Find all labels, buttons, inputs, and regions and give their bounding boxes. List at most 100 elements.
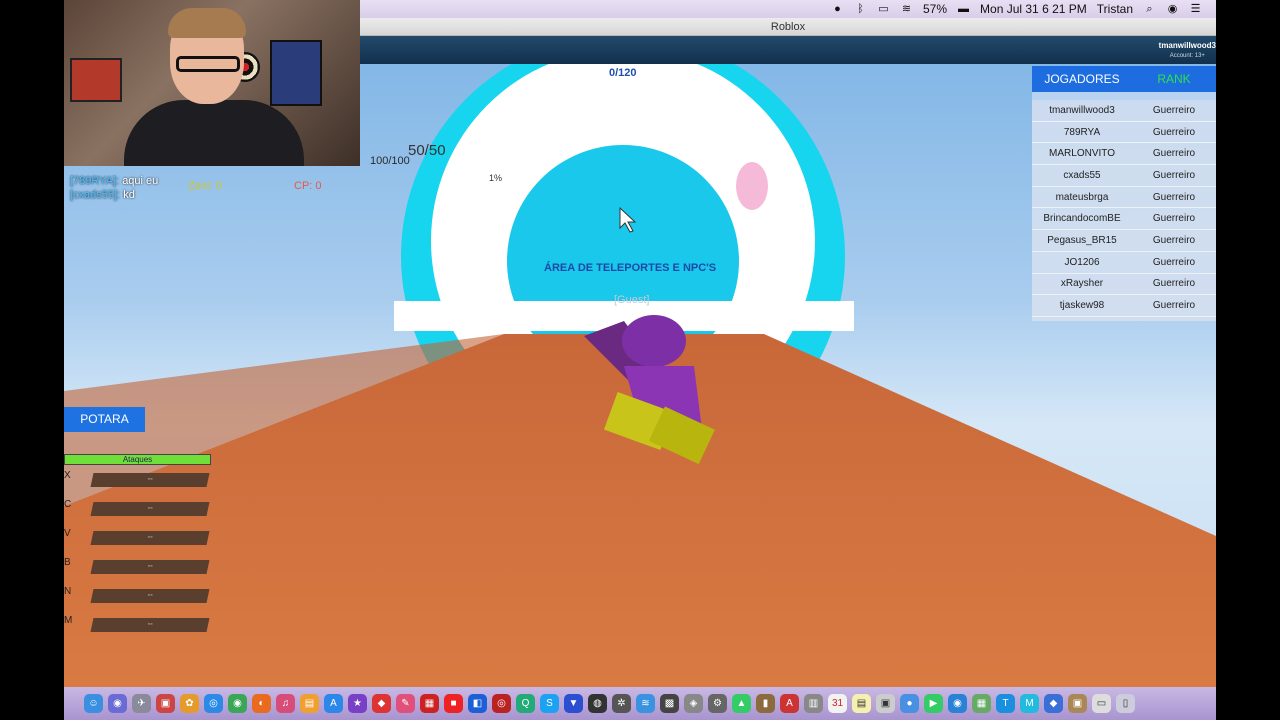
facetime-icon[interactable]: ▶ [924,694,943,713]
app-icon-17[interactable]: ◆ [1044,694,1063,713]
roblox-icon[interactable]: ■ [444,694,463,713]
player-row[interactable]: mateusbrga Guerreiro [1032,187,1216,209]
potara-button[interactable]: POTARA [64,407,145,432]
skype-icon[interactable]: S [540,694,559,713]
attack-slot-m[interactable]: M -- [64,615,214,635]
player-row[interactable]: JO1206 Guerreiro [1032,252,1216,274]
user-name[interactable]: Tristan [1097,2,1133,16]
app-icon-6[interactable]: ✲ [612,694,631,713]
battery-percent[interactable]: 57% [923,2,947,16]
obs-icon[interactable]: ◍ [588,694,607,713]
app-store-icon[interactable]: A [324,694,343,713]
quicktime-icon[interactable]: Q [516,694,535,713]
clock[interactable]: Mon Jul 31 6 21 PM [980,2,1087,16]
attack-bar: -- [90,502,210,516]
attack-key: X [64,470,71,481]
chrome-icon[interactable]: ◉ [228,694,247,713]
app-icon-2[interactable]: ▦ [420,694,439,713]
wifi-app-icon[interactable]: ≋ [636,694,655,713]
player-row[interactable]: BrincandocomBE Guerreiro [1032,208,1216,231]
app-icon-11[interactable]: ▥ [804,694,823,713]
attack-slot-v[interactable]: V -- [64,528,214,548]
chat-author: [789RYA]: [70,175,120,187]
siri-dock-icon[interactable]: ◉ [108,694,127,713]
app-icon-16[interactable]: M [1020,694,1039,713]
attack-bar: -- [90,618,210,632]
window-titlebar: Roblox [360,18,1216,36]
trash-icon[interactable]: ▯ [1116,694,1135,713]
cp-value: CP: 0 [294,180,322,192]
airplay-icon[interactable]: ▭ [877,3,890,15]
firefox-icon[interactable]: ◐ [252,694,271,713]
attack-slot-n[interactable]: N -- [64,586,214,606]
bluetooth-icon[interactable]: ᛒ [854,3,867,15]
player-name: tmanwillwood3 [1049,104,1115,116]
spotlight-icon[interactable]: ⌕ [1143,3,1156,15]
notes-icon[interactable]: ▤ [852,694,871,713]
attack-slot-c[interactable]: C -- [64,499,214,519]
downloads-stack-icon[interactable]: ▭ [1092,694,1111,713]
wifi-icon[interactable]: ≋ [900,3,913,15]
photos-icon[interactable]: ✿ [180,694,199,713]
attack-slot-b[interactable]: B -- [64,557,214,577]
ibooks-icon[interactable]: ▤ [300,694,319,713]
app-icon-10[interactable]: ▮ [756,694,775,713]
player-row[interactable]: xRaysher Guerreiro [1032,274,1216,296]
player-name: cxads55 [1063,169,1101,181]
attack-key: C [64,499,72,510]
player-row[interactable]: tjaskew98 Guerreiro [1032,295,1216,317]
system-preferences-icon[interactable]: ⚙ [708,694,727,713]
npc-aura [736,162,768,210]
imovie-icon[interactable]: ★ [348,694,367,713]
launchpad-icon[interactable]: ✈ [132,694,151,713]
calendar-icon[interactable]: 31 [828,694,847,713]
finder-icon[interactable]: ☺ [84,694,103,713]
app-icon-18[interactable]: ▣ [1068,694,1087,713]
player-row[interactable]: 789RYA Guerreiro [1032,122,1216,144]
app-icon-4[interactable]: ◎ [492,694,511,713]
app-icon-9[interactable]: ▲ [732,694,751,713]
chat-message: kd [123,189,135,201]
photo-booth-icon[interactable]: ▣ [156,694,175,713]
zeni-value: Zeni: 0 [188,180,222,192]
player-row[interactable]: tmanwillwood3 Guerreiro [1032,100,1216,122]
app-icon-14[interactable]: ▦ [972,694,991,713]
player-row[interactable]: MARLONVITO Guerreiro [1032,143,1216,166]
player-rank: Guerreiro [1152,213,1196,225]
attack-key: B [64,557,71,568]
record-icon[interactable]: ● [831,3,844,15]
player-rank: Guerreiro [1152,256,1196,268]
roblox-studio-icon[interactable]: ◆ [372,694,391,713]
account-username: tmanwillwood3 [1158,41,1216,50]
player-list: JOGADORES RANK tmanwillwood3 Guerreiro 78… [1032,66,1216,321]
app-icon-1[interactable]: ✎ [396,694,415,713]
account-info[interactable]: tmanwillwood3 Account: 13+ [1159,41,1216,61]
messages-icon[interactable]: ● [900,694,919,713]
app-icon-3[interactable]: ◧ [468,694,487,713]
attack-slot-x[interactable]: X -- [64,470,214,490]
safari-icon[interactable]: ◎ [204,694,223,713]
attack-key: M [64,615,73,626]
app-icon-5[interactable]: ▼ [564,694,583,713]
player-row[interactable]: Pegasus_BR15 Guerreiro [1032,230,1216,252]
chat-line: [cxads55]: kd [70,189,135,201]
app-icon-8[interactable]: ◈ [684,694,703,713]
battery-icon[interactable]: ▬ [957,3,970,15]
charge-percent: 1% [489,173,503,183]
player-row[interactable]: cxads55 Guerreiro [1032,165,1216,187]
acrobat-icon[interactable]: A [780,694,799,713]
app-icon-13[interactable]: ◉ [948,694,967,713]
notification-center-icon[interactable]: ☰ [1189,3,1202,15]
player-name: xRaysher [1060,278,1104,290]
player-nametag: [Guest] [614,294,650,306]
player-rank: Guerreiro [1152,278,1196,290]
itunes-icon[interactable]: ♫ [276,694,295,713]
app-icon-7[interactable]: ▩ [660,694,679,713]
player-name: BrincandocomBE [1043,213,1121,225]
player-name: 789RYA [1063,126,1101,138]
app-icon-15[interactable]: T [996,694,1015,713]
app-icon-12[interactable]: ▣ [876,694,895,713]
player-rank: Guerreiro [1152,126,1196,138]
player-rank: Guerreiro [1152,148,1196,160]
siri-icon[interactable]: ◉ [1166,3,1179,15]
